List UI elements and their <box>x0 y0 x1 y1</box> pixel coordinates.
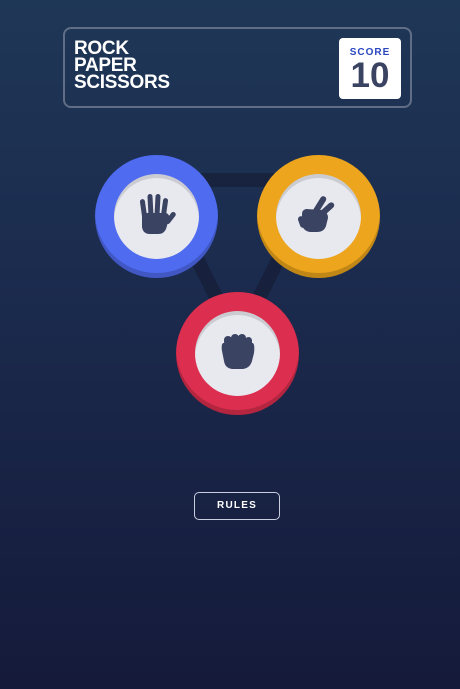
rock-choice-button[interactable] <box>176 292 299 415</box>
paper-hand-icon <box>139 194 176 234</box>
scissors-hand-icon <box>297 196 335 232</box>
game-board <box>0 0 460 460</box>
paper-choice-inner <box>114 174 199 259</box>
rock-fist-icon <box>221 334 255 369</box>
rules-button[interactable]: RULES <box>194 492 280 520</box>
rock-choice-inner <box>195 311 280 396</box>
scissors-choice-inner <box>276 174 361 259</box>
scissors-choice-button[interactable] <box>257 155 380 278</box>
paper-choice-button[interactable] <box>95 155 218 278</box>
